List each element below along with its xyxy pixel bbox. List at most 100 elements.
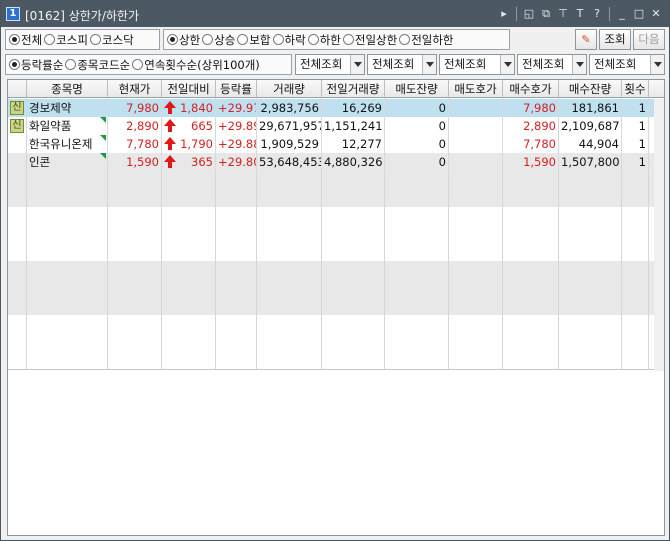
price-change: 665	[162, 117, 216, 135]
current-price: 1,590	[108, 153, 162, 171]
market-radio-all[interactable]: 전체	[9, 32, 42, 48]
window-title: [0162] 상한가/하한가	[25, 9, 140, 23]
close-icon[interactable]: ✕	[649, 6, 663, 22]
ask-price	[449, 153, 503, 171]
pin-icon[interactable]: ⊤	[556, 6, 570, 22]
filter-dropdown-4[interactable]: 전체조회	[517, 54, 587, 75]
table-header: 종목명 현재가 전일대비 등락률 거래량 전일거래량 매도잔량 매도호가 매수호…	[8, 80, 664, 98]
maximize-icon[interactable]: □	[632, 6, 646, 22]
sort-radio-code[interactable]: 종목코드순	[65, 57, 130, 73]
copy-window-icon[interactable]: ⧉	[539, 6, 553, 22]
ask-price	[449, 117, 503, 135]
corner-marker-icon	[100, 117, 106, 123]
window-icon[interactable]: ◱	[522, 6, 536, 22]
change-rate: +29.89	[218, 117, 257, 135]
table-row[interactable]: 한국유니온제 7,780 1,790 +29.88 1,909,529 12,2…	[8, 135, 664, 153]
current-price: 2,890	[108, 117, 162, 135]
header-ask-qty[interactable]: 매도잔량	[385, 80, 449, 98]
header-badge-col	[8, 80, 27, 98]
table-row[interactable]: 인콘 1,590 365 +29.80 53,648,453 4,880,326…	[8, 153, 664, 171]
radio-dot	[342, 34, 354, 45]
window-number-badge: 1	[6, 7, 20, 21]
minimize-icon[interactable]: _	[615, 6, 629, 22]
radio-dot	[237, 34, 249, 45]
type-radio-upper-limit[interactable]: 상한	[167, 32, 200, 48]
radio-dot	[89, 34, 101, 45]
bid-qty: 1,507,800	[559, 153, 622, 171]
type-radio-flat[interactable]: 보합	[237, 32, 271, 48]
settings-icon[interactable]: ✎	[575, 29, 597, 50]
titlebar-separator	[516, 7, 517, 21]
stock-name[interactable]: 인콘	[27, 153, 108, 171]
prev-volume: 1,151,241	[322, 117, 385, 135]
header-change[interactable]: 전일대비	[162, 80, 216, 98]
header-price[interactable]: 현재가	[108, 80, 162, 98]
up-arrow-icon	[164, 137, 176, 151]
market-radio-kosdaq[interactable]: 코스닥	[89, 32, 134, 48]
type-radio-fall[interactable]: 하락	[272, 32, 306, 48]
header-rate[interactable]: 등락률	[216, 80, 257, 98]
up-arrow-icon	[164, 119, 176, 133]
header-name[interactable]: 종목명	[27, 80, 108, 98]
radio-dot	[202, 34, 214, 45]
filter-dropdown-2[interactable]: 전체조회	[367, 54, 437, 75]
bid-price: 1,590	[503, 153, 559, 171]
type-radio-rise[interactable]: 상승	[202, 32, 235, 48]
query-button[interactable]: 조회	[599, 29, 631, 50]
bid-price: 7,780	[503, 135, 559, 153]
ask-price	[449, 135, 503, 153]
header-count[interactable]: 횟수	[622, 80, 649, 98]
font-icon[interactable]: T	[573, 6, 587, 22]
help-icon[interactable]: ?	[590, 6, 604, 22]
sort-radio-streak[interactable]: 연속횟수순(상위100개)	[132, 57, 260, 73]
ask-qty: 0	[385, 153, 449, 171]
chevron-down-icon	[650, 55, 664, 74]
bid-qty: 44,904	[559, 135, 622, 153]
prev-volume: 16,269	[322, 99, 385, 117]
stock-name[interactable]: 경보제약	[27, 99, 108, 117]
market-radio-kospi[interactable]: 코스피	[44, 32, 88, 48]
volume: 2,983,756	[257, 99, 322, 117]
radio-dot	[132, 59, 144, 70]
type-radio-prev-upper[interactable]: 전일상한	[342, 32, 397, 48]
sort-radio-rate[interactable]: 등락률순	[9, 57, 63, 73]
radio-dot	[9, 34, 20, 45]
next-button[interactable]: 다음	[633, 29, 665, 50]
stock-name[interactable]: 화일약품	[27, 117, 108, 135]
table-bottom-line	[8, 369, 664, 370]
sort-filter-group: 등락률순 종목코드순 연속횟수순(상위100개)	[5, 54, 292, 75]
play-icon[interactable]: ▸	[497, 6, 511, 22]
chevron-down-icon	[422, 55, 436, 74]
header-prev-volume[interactable]: 전일거래량	[322, 80, 385, 98]
streak-count: 1	[622, 153, 649, 171]
filter-dropdown-1[interactable]: 전체조회	[295, 54, 365, 75]
volume: 29,671,957	[259, 117, 322, 135]
bid-price: 7,980	[503, 99, 559, 117]
up-arrow-icon	[164, 101, 176, 115]
filter-row-1: 전체 코스피 코스닥 상한 상승 보합 하락 하한 전일상한 전일하한 ✎ 조회…	[5, 29, 667, 50]
change-rate: +29.80	[218, 153, 257, 171]
table-row[interactable]: 신 경보제약 7,980 1,840 +29.97 2,983,756 16,2…	[8, 99, 664, 117]
filter-dropdown-3[interactable]: 전체조회	[439, 54, 515, 75]
header-volume[interactable]: 거래량	[257, 80, 322, 98]
header-ask-price[interactable]: 매도호가	[449, 80, 503, 98]
filter-dropdown-5[interactable]: 전체조회	[589, 54, 665, 75]
streak-count: 1	[622, 99, 649, 117]
current-price: 7,980	[108, 99, 162, 117]
type-radio-prev-lower[interactable]: 전일하한	[399, 32, 454, 48]
bid-price: 2,890	[503, 117, 559, 135]
radio-dot	[167, 34, 178, 45]
streak-count: 1	[622, 117, 649, 135]
stock-limit-window: 1 [0162] 상한가/하한가 ▸ ◱ ⧉ ⊤ T ? _ □ ✕ 전체 코스…	[0, 0, 670, 541]
new-listing-badge: 신	[10, 119, 24, 133]
market-filter-group: 전체 코스피 코스닥	[5, 29, 160, 50]
radio-dot	[307, 34, 319, 45]
header-bid-price[interactable]: 매수호가	[503, 80, 559, 98]
table-row[interactable]: 신 화일약품 2,890 665 +29.89 29,671,957 1,151…	[8, 117, 664, 135]
price-change: 1,840	[162, 99, 216, 117]
vertical-scrollbar[interactable]	[654, 99, 664, 371]
radio-dot	[9, 59, 20, 70]
stock-name[interactable]: 한국유니온제	[27, 135, 108, 153]
type-radio-lower-limit[interactable]: 하한	[307, 32, 341, 48]
header-bid-qty[interactable]: 매수잔량	[559, 80, 622, 98]
